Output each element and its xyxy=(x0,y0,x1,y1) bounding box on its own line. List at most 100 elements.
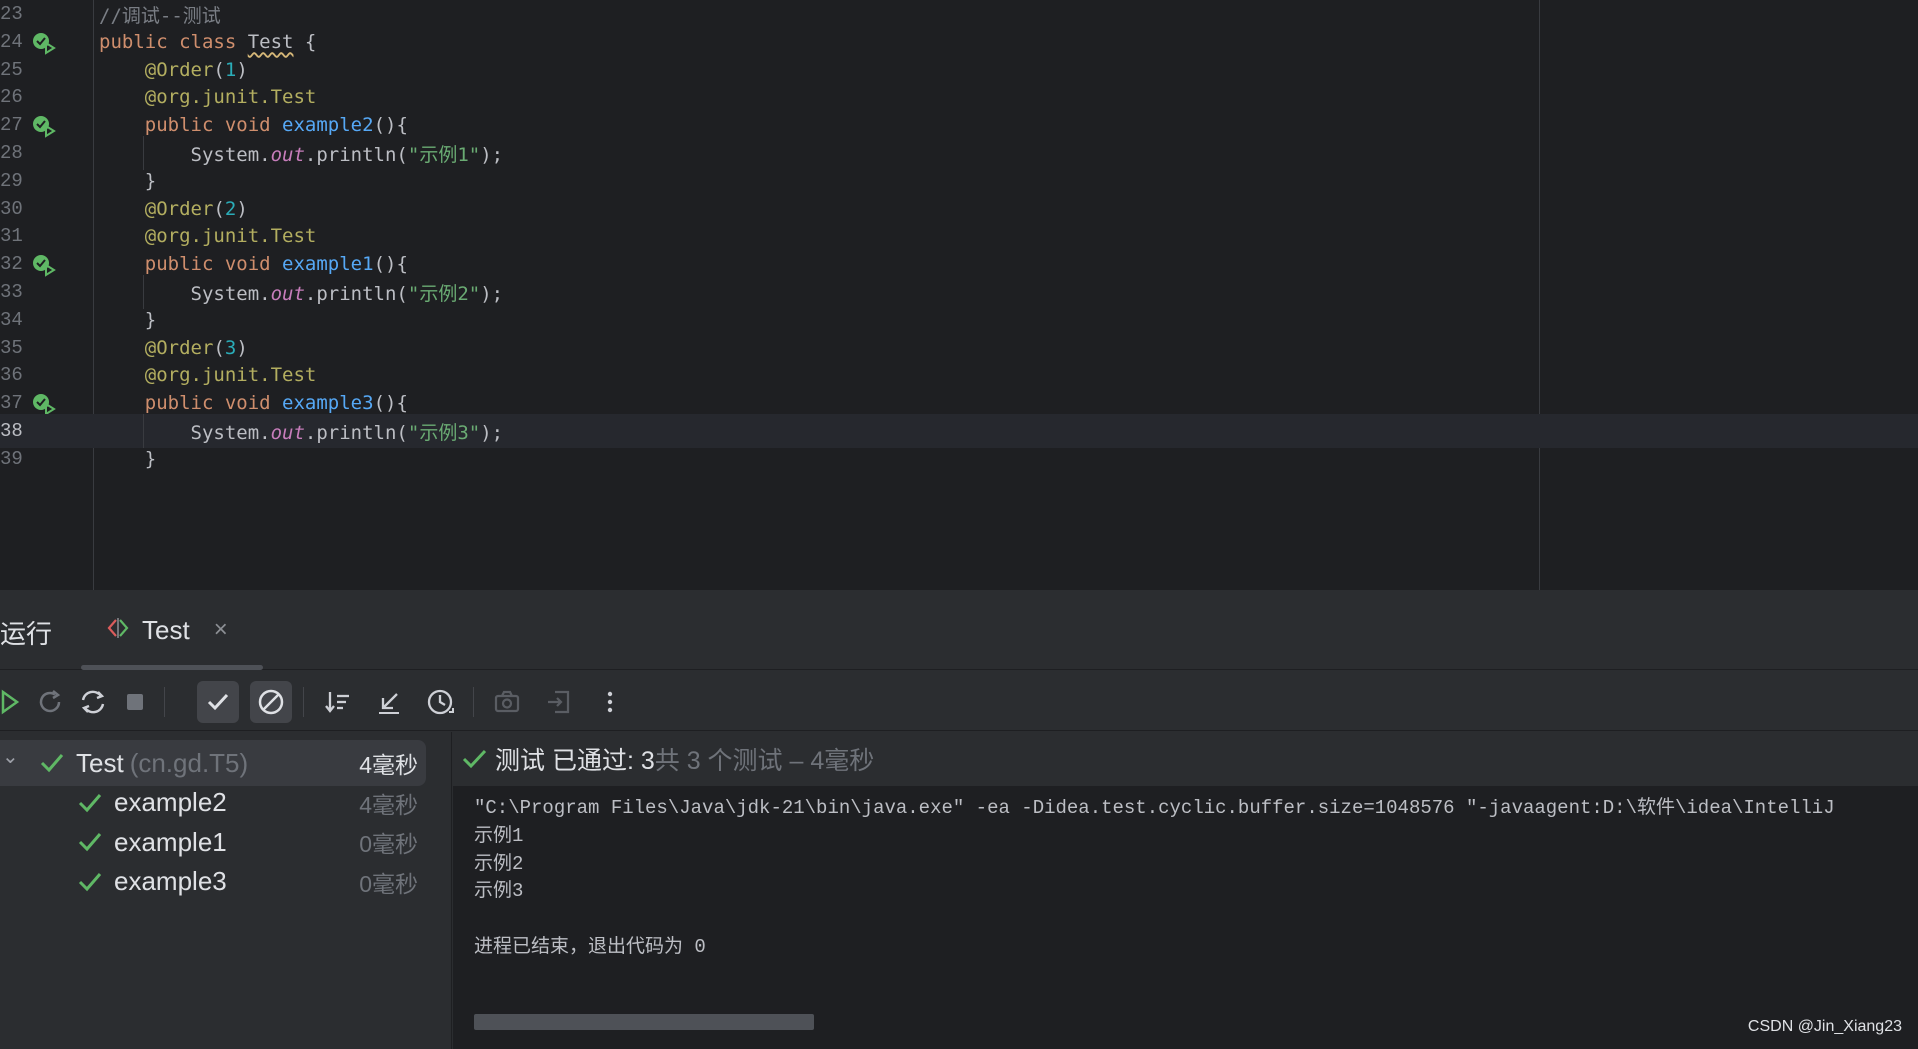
code-token: @Order xyxy=(144,58,214,81)
line-number: 39 xyxy=(0,447,23,470)
toggle-auto-test-icon[interactable] xyxy=(72,681,114,723)
code-token: public void xyxy=(144,253,283,276)
code-token: .println( xyxy=(304,282,408,305)
test-duration: 0毫秒 xyxy=(359,870,418,897)
line-number: 36 xyxy=(0,364,23,387)
toolbar-separator xyxy=(473,687,474,717)
code-token: ); xyxy=(480,143,504,166)
code-token: Test xyxy=(270,225,317,248)
line-number: 28 xyxy=(0,142,23,164)
console-line: 进程已结束，退出代码为 0 xyxy=(474,936,706,958)
run-test-passed-icon[interactable] xyxy=(32,392,58,416)
tab-test-label: Test xyxy=(142,614,190,645)
code-token: ( xyxy=(213,58,225,81)
line-number: 29 xyxy=(0,169,23,192)
more-icon[interactable] xyxy=(589,681,631,723)
code-token: (){ xyxy=(373,253,408,276)
sort-icon[interactable] xyxy=(317,681,359,723)
collapse-icon[interactable] xyxy=(368,681,410,723)
console-output[interactable]: 测试 已通过: 3共 3 个测试 – 4毫秒 "C:\Program Files… xyxy=(453,732,1918,1049)
run-test-passed-icon[interactable] xyxy=(32,253,58,277)
code-token: out xyxy=(270,282,305,305)
run-test-passed-icon[interactable] xyxy=(32,114,58,138)
test-name: example1 xyxy=(114,826,227,857)
rerun-failed-icon[interactable] xyxy=(30,681,72,723)
code-token: @org.junit. xyxy=(144,364,271,387)
console-line: 示例1 xyxy=(474,824,524,847)
run-tool-window: 运行 Test × ⌄ Test (cn.gd.T5) 4毫秒 example2… xyxy=(0,590,1918,1049)
show-ignored-icon[interactable] xyxy=(250,681,292,723)
line-number: 26 xyxy=(0,86,23,109)
tree-item-example3[interactable]: example3 0毫秒 xyxy=(0,859,426,905)
test-label: Test (cn.gd.T5) xyxy=(76,748,248,779)
test-name: example2 xyxy=(114,787,227,817)
code-token: 1 xyxy=(224,58,237,81)
code-text: @org.junit.Test xyxy=(99,225,317,248)
toolbar-separator xyxy=(303,687,304,717)
active-tab-indicator xyxy=(81,665,263,670)
code-token: Test xyxy=(247,30,294,53)
code-token: @Order xyxy=(144,197,214,220)
test-duration: 4毫秒 xyxy=(359,752,418,778)
code-line[interactable]: 39 } xyxy=(0,442,1918,476)
stop-icon[interactable] xyxy=(114,681,156,723)
code-token: System. xyxy=(99,143,271,166)
export-icon[interactable] xyxy=(538,681,580,723)
code-token: "示例1" xyxy=(407,143,481,166)
show-passed-icon[interactable] xyxy=(197,681,239,723)
horizontal-scrollbar[interactable] xyxy=(474,1014,814,1030)
line-number: 27 xyxy=(0,114,23,137)
screenshot-icon[interactable] xyxy=(486,681,528,723)
toolbar-separator xyxy=(164,687,165,717)
run-toolbar xyxy=(0,671,1918,731)
code-token: .println( xyxy=(304,143,408,166)
code-text: @org.junit.Test xyxy=(99,364,317,387)
tab-test[interactable]: Test × xyxy=(104,610,228,650)
line-number: 31 xyxy=(0,225,23,248)
code-text: System.out.println("示例1"); xyxy=(99,140,504,167)
passed-check-icon xyxy=(78,793,102,812)
chevron-down-icon[interactable]: ⌄ xyxy=(2,744,19,769)
test-name: Test xyxy=(76,747,124,778)
code-token: { xyxy=(293,30,317,53)
code-token: ); xyxy=(480,282,504,305)
run-test-passed-icon[interactable] xyxy=(32,31,58,55)
code-token: "示例3" xyxy=(407,421,481,444)
code-token: } xyxy=(99,169,157,192)
test-label: example3 xyxy=(114,866,227,897)
rerun-icon[interactable] xyxy=(0,681,32,723)
run-panel-title: 运行 xyxy=(0,619,53,649)
code-token: ); xyxy=(480,421,504,444)
test-name: example3 xyxy=(114,866,227,896)
code-token: ( xyxy=(213,336,225,359)
history-icon[interactable] xyxy=(420,681,462,723)
passed-check-icon xyxy=(462,749,487,769)
code-text: public class Test { xyxy=(99,31,316,53)
code-editor[interactable]: 23//调试--测试 24 public class Test {25 @Order… xyxy=(0,0,1918,590)
test-label: example2 xyxy=(114,787,227,818)
tests-passed-text: 测试 已通过: 3 xyxy=(495,747,655,775)
test-duration: 0毫秒 xyxy=(359,831,418,857)
test-results-tree[interactable]: ⌄ Test (cn.gd.T5) 4毫秒 example2 4毫秒 example1 0毫秒… xyxy=(0,732,452,1049)
code-text: @Order(3) xyxy=(99,337,248,359)
test-label: example1 xyxy=(114,827,227,858)
code-token: @org.junit. xyxy=(144,225,271,248)
console-line: 示例2 xyxy=(474,852,524,875)
code-token: 2 xyxy=(224,197,237,220)
code-token: out xyxy=(270,421,305,444)
close-icon[interactable]: × xyxy=(214,616,228,644)
code-token: System. xyxy=(99,421,271,444)
code-token: public class xyxy=(99,30,248,53)
line-number: 25 xyxy=(0,58,23,81)
passed-check-icon xyxy=(78,872,102,891)
passed-check-icon xyxy=(78,833,102,852)
code-token: public void xyxy=(144,392,283,415)
line-number: 35 xyxy=(0,336,23,359)
code-text: //调试--测试 xyxy=(99,1,221,28)
code-token: out xyxy=(270,143,305,166)
